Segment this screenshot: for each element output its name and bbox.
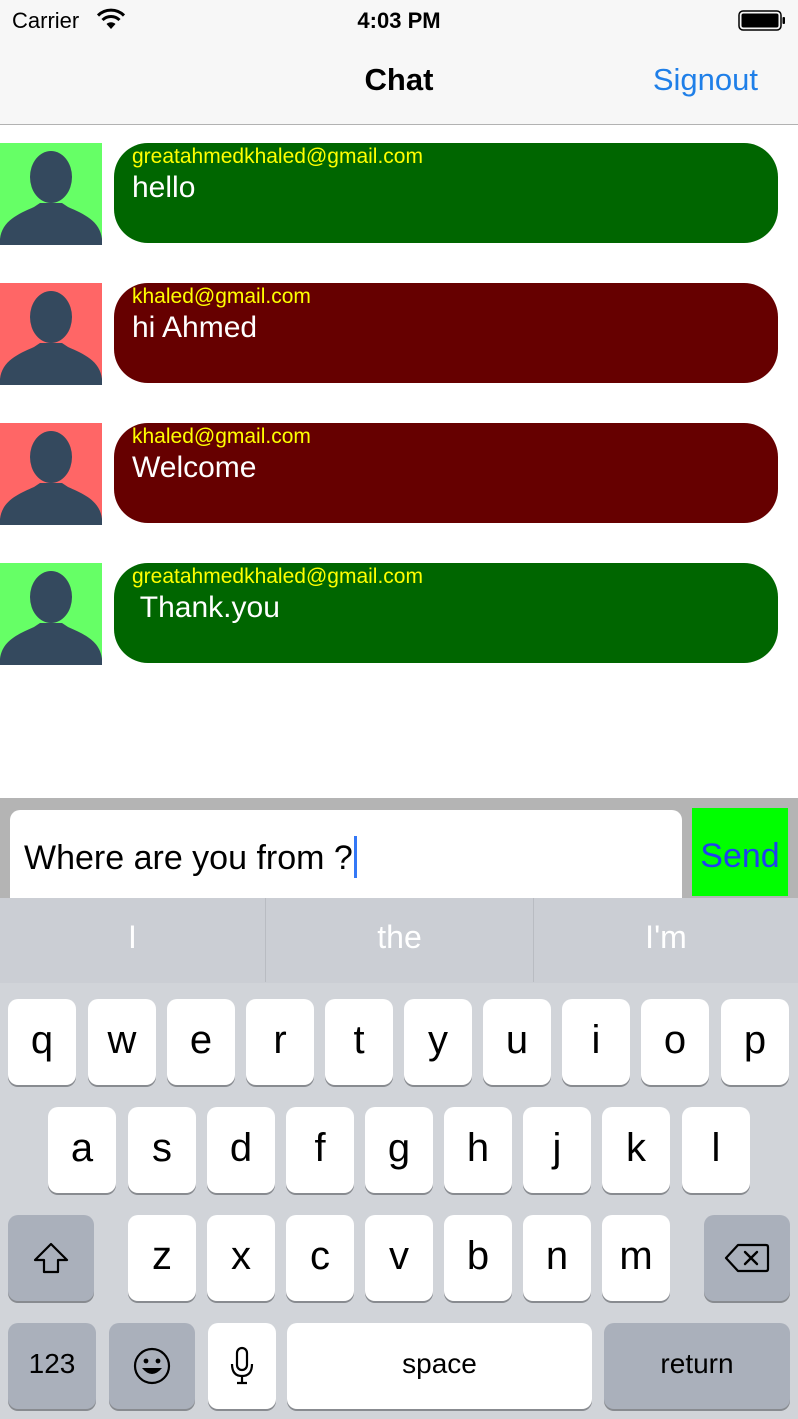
message-sender: khaled@gmail.com [132, 425, 311, 448]
message-input[interactable]: Where are you from ? [10, 810, 682, 898]
dictation-key[interactable] [208, 1323, 276, 1409]
suggestion-item[interactable]: the [266, 898, 533, 983]
person-icon [0, 291, 102, 385]
key-h[interactable]: h [444, 1107, 512, 1193]
keyboard: q w e r t y u i o p a s d f g h j k l z … [0, 983, 798, 1419]
suggestion-bar: I the I'm [0, 898, 798, 983]
key-m[interactable]: m [602, 1215, 670, 1301]
key-l[interactable]: l [682, 1107, 750, 1193]
emoji-icon [133, 1348, 171, 1385]
key-i[interactable]: i [562, 999, 630, 1085]
avatar [0, 143, 102, 245]
message-sender: greatahmedkhaled@gmail.com [132, 145, 423, 168]
person-icon [0, 571, 102, 665]
message-bubble: khaled@gmail.com Welcome [114, 423, 778, 523]
space-key[interactable]: space [287, 1323, 592, 1409]
key-d[interactable]: d [207, 1107, 275, 1193]
key-n[interactable]: n [523, 1215, 591, 1301]
battery-icon [738, 10, 785, 31]
key-u[interactable]: u [483, 999, 551, 1085]
key-o[interactable]: o [641, 999, 709, 1085]
microphone-icon [230, 1347, 254, 1385]
backspace-icon [724, 1244, 770, 1273]
emoji-key[interactable] [109, 1323, 195, 1409]
key-c[interactable]: c [286, 1215, 354, 1301]
avatar [0, 563, 102, 665]
message-bubble: khaled@gmail.com hi Ahmed [114, 283, 778, 383]
key-v[interactable]: v [365, 1215, 433, 1301]
avatar [0, 423, 102, 525]
key-s[interactable]: s [128, 1107, 196, 1193]
send-button[interactable]: Send [692, 808, 788, 896]
key-x[interactable]: x [207, 1215, 275, 1301]
message-row: greatahmedkhaled@gmail.com hello [0, 143, 798, 245]
key-a[interactable]: a [48, 1107, 116, 1193]
key-g[interactable]: g [365, 1107, 433, 1193]
return-key[interactable]: return [604, 1323, 790, 1409]
status-bar: Carrier 4:03 PM [0, 0, 798, 40]
suggestion-item[interactable]: I'm [534, 898, 798, 983]
key-k[interactable]: k [602, 1107, 670, 1193]
key-t[interactable]: t [325, 999, 393, 1085]
message-sender: khaled@gmail.com [132, 285, 311, 308]
message-text: Thank.you [132, 591, 280, 624]
avatar [0, 283, 102, 385]
key-w[interactable]: w [88, 999, 156, 1085]
message-bubble: greatahmedkhaled@gmail.com hello [114, 143, 778, 243]
message-text: hello [132, 171, 196, 204]
suggestion-item[interactable]: I [0, 898, 265, 983]
message-bubble: greatahmedkhaled@gmail.com Thank.you [114, 563, 778, 663]
message-sender: greatahmedkhaled@gmail.com [132, 565, 423, 588]
navigation-bar: Chat Signout [0, 40, 798, 125]
shift-icon [33, 1243, 69, 1274]
message-input-bar: Where are you from ? Send [0, 798, 798, 898]
key-q[interactable]: q [8, 999, 76, 1085]
message-text: Welcome [132, 451, 257, 484]
signout-button[interactable]: Signout [653, 62, 758, 98]
numbers-key[interactable]: 123 [8, 1323, 96, 1409]
message-input-value: Where are you from ? [24, 839, 353, 877]
message-row: khaled@gmail.com Welcome [0, 423, 798, 525]
text-cursor [353, 836, 357, 878]
key-b[interactable]: b [444, 1215, 512, 1301]
key-e[interactable]: e [167, 999, 235, 1085]
status-time: 4:03 PM [357, 8, 441, 33]
key-f[interactable]: f [286, 1107, 354, 1193]
key-r[interactable]: r [246, 999, 314, 1085]
person-icon [0, 151, 102, 245]
key-z[interactable]: z [128, 1215, 196, 1301]
message-row: khaled@gmail.com hi Ahmed [0, 283, 798, 385]
delete-key[interactable] [704, 1215, 790, 1301]
message-input-text: Where are you from ? [24, 836, 357, 878]
message-text: hi Ahmed [132, 311, 258, 344]
shift-key[interactable] [8, 1215, 94, 1301]
person-icon [0, 431, 102, 525]
key-y[interactable]: y [404, 999, 472, 1085]
key-p[interactable]: p [721, 999, 789, 1085]
message-row: greatahmedkhaled@gmail.com Thank.you [0, 563, 798, 665]
key-j[interactable]: j [523, 1107, 591, 1193]
